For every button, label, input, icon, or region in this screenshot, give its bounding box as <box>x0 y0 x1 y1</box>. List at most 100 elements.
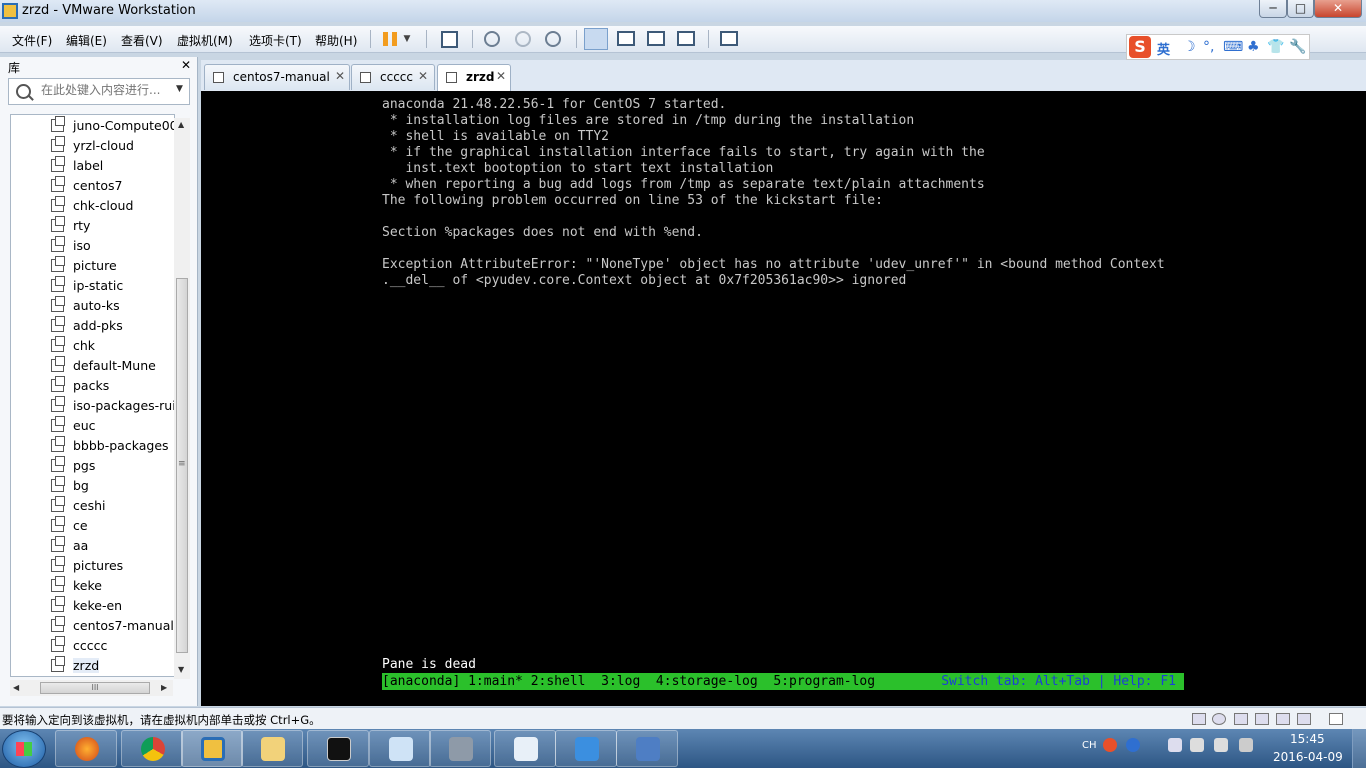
cd-dvd-icon[interactable] <box>1212 713 1226 725</box>
start-button[interactable] <box>2 730 46 768</box>
clock-date[interactable]: 2016-04-09 <box>1273 750 1343 764</box>
tree-item[interactable]: chk <box>49 336 174 357</box>
tab-close-button[interactable]: ✕ <box>418 69 428 83</box>
taskbar-network-tool[interactable] <box>429 730 491 767</box>
show-desktop-button[interactable] <box>1352 729 1366 768</box>
tree-item[interactable]: iso-packages-ruiy <box>49 396 174 417</box>
tray-network-icon[interactable] <box>1214 738 1228 752</box>
search-dropdown-icon[interactable]: ▼ <box>176 84 183 94</box>
tree-item[interactable]: iso <box>49 236 174 257</box>
ime-language-toggle[interactable]: 英 <box>1157 39 1170 58</box>
taskbar-qq[interactable] <box>555 730 617 767</box>
sogou-logo-icon[interactable]: S <box>1129 36 1151 58</box>
taskbar-cmd[interactable] <box>307 730 369 767</box>
tree-item[interactable]: add-pks <box>49 316 174 337</box>
tray-volume-icon[interactable] <box>1239 738 1253 752</box>
send-ctrl-alt-del-icon[interactable] <box>441 31 458 48</box>
taskbar-chrome[interactable] <box>121 730 183 767</box>
usb-device-icon[interactable] <box>1276 713 1290 725</box>
console-view-icon[interactable] <box>720 31 738 46</box>
tree-item[interactable]: default-Mune <box>49 356 174 377</box>
show-library-icon[interactable] <box>584 28 608 50</box>
tab-ccccc[interactable]: ccccc ✕ <box>351 64 435 90</box>
taskbar-control-panel[interactable] <box>369 730 431 767</box>
tree-item[interactable]: keke-en <box>49 596 174 617</box>
library-close-button[interactable]: ✕ <box>181 58 191 72</box>
quick-switch-icon[interactable] <box>617 31 635 46</box>
tray-help-icon[interactable] <box>1126 738 1140 752</box>
scroll-right-icon[interactable]: ▶ <box>161 683 167 692</box>
menu-file[interactable]: 文件(F) <box>12 32 52 49</box>
tree-item[interactable]: centos7-manual <box>49 616 174 637</box>
tree-item[interactable]: centos7 <box>49 176 174 197</box>
tree-item[interactable]: bg <box>49 476 174 497</box>
maximize-button[interactable]: □ <box>1287 0 1314 18</box>
full-screen-icon[interactable] <box>647 31 665 46</box>
vertical-scroll-thumb[interactable]: ≡ <box>176 278 188 653</box>
tray-expand-icon[interactable] <box>1147 738 1161 752</box>
taskbar-remote-desktop[interactable] <box>616 730 678 767</box>
tree-item[interactable]: keke <box>49 576 174 597</box>
taskbar-explorer[interactable] <box>241 730 303 767</box>
network-adapter-icon[interactable] <box>1234 713 1248 725</box>
library-search-input[interactable] <box>41 83 169 97</box>
unity-icon[interactable] <box>677 31 695 46</box>
taskbar-notepad[interactable] <box>494 730 556 767</box>
library-horizontal-scrollbar[interactable]: ◀ III ▶ <box>10 680 173 696</box>
tray-notify-icon[interactable] <box>1168 738 1182 752</box>
tree-item-selected[interactable]: zrzd <box>49 656 174 676</box>
taskbar-vmware[interactable] <box>181 730 243 767</box>
tray-device-icon[interactable] <box>1190 738 1204 752</box>
horizontal-scroll-thumb[interactable]: III <box>40 682 150 694</box>
tree-item[interactable]: pgs <box>49 456 174 477</box>
tree-item[interactable]: chk-cloud <box>49 196 174 217</box>
menu-vm[interactable]: 虚拟机(M) <box>177 32 233 49</box>
minimize-button[interactable]: ─ <box>1259 0 1287 18</box>
vm-console-screen[interactable]: anaconda 21.48.22.56-1 for CentOS 7 star… <box>201 91 1366 706</box>
tree-item[interactable]: yrzl-cloud <box>49 136 174 157</box>
tree-item[interactable]: bbbb-packages <box>49 436 174 457</box>
tree-item[interactable]: juno-Compute001 <box>49 116 174 137</box>
moon-icon[interactable]: ☽ <box>1183 39 1196 55</box>
tree-item[interactable]: auto-ks <box>49 296 174 317</box>
tree-item[interactable]: rty <box>49 216 174 237</box>
tree-item[interactable]: ccccc <box>49 636 174 657</box>
tree-item[interactable]: euc <box>49 416 174 437</box>
snapshot-revert-icon[interactable] <box>515 31 531 47</box>
tab-centos7-manual[interactable]: centos7-manual ✕ <box>204 64 350 90</box>
menu-view[interactable]: 查看(V) <box>121 32 163 49</box>
scroll-up-icon[interactable]: ▲ <box>178 120 184 129</box>
shirt-icon[interactable]: 👕 <box>1267 39 1284 55</box>
snapshot-take-icon[interactable] <box>484 31 500 47</box>
wrench-icon[interactable]: 🔧 <box>1289 39 1306 55</box>
scroll-down-icon[interactable]: ▼ <box>178 665 184 674</box>
tray-language[interactable]: CH <box>1082 740 1097 751</box>
printer-icon[interactable] <box>1255 713 1269 725</box>
keyboard-icon[interactable]: ⌨ <box>1223 39 1243 55</box>
tree-item[interactable]: picture <box>49 256 174 277</box>
tray-ime-icon[interactable] <box>1103 738 1117 752</box>
power-dropdown-icon[interactable]: ▼ <box>399 28 415 50</box>
tree-item[interactable]: ceshi <box>49 496 174 517</box>
display-icon[interactable] <box>1297 713 1311 725</box>
tab-zrzd[interactable]: zrzd ✕ <box>437 64 511 91</box>
menu-help[interactable]: 帮助(H) <box>315 32 357 49</box>
tree-item[interactable]: packs <box>49 376 174 397</box>
tree-item[interactable]: aa <box>49 536 174 557</box>
menu-edit[interactable]: 编辑(E) <box>66 32 107 49</box>
menu-tabs[interactable]: 选项卡(T) <box>249 32 302 49</box>
library-vertical-scrollbar[interactable]: ▲ ≡ ▼ <box>174 118 190 679</box>
library-search-box[interactable]: ▼ <box>8 78 190 105</box>
snapshot-manager-icon[interactable] <box>545 31 561 47</box>
tree-item[interactable]: ip-static <box>49 276 174 297</box>
hard-disk-icon[interactable] <box>1192 713 1206 725</box>
taskbar-firefox[interactable] <box>55 730 117 767</box>
tree-item[interactable]: pictures <box>49 556 174 577</box>
tree-item[interactable]: ce <box>49 516 174 537</box>
clock-time[interactable]: 15:45 <box>1290 732 1325 746</box>
close-window-button[interactable]: ✕ <box>1314 0 1362 18</box>
punctuation-icon[interactable]: °, <box>1203 39 1214 55</box>
skin-icon[interactable]: ♣ <box>1247 39 1260 55</box>
scroll-left-icon[interactable]: ◀ <box>13 683 19 692</box>
tab-close-button[interactable]: ✕ <box>335 69 345 83</box>
